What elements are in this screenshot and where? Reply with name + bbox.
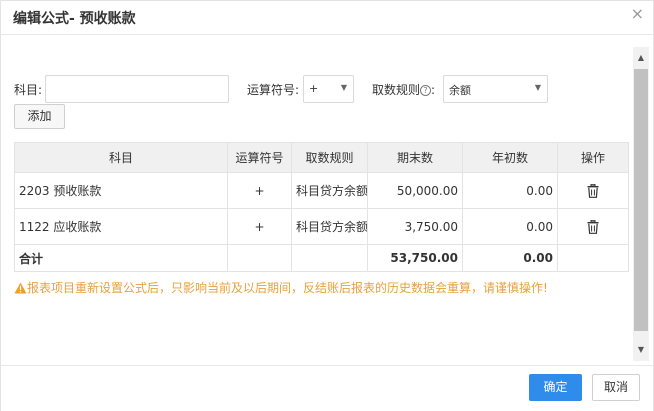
scroll-up-icon[interactable]: ▲ bbox=[633, 47, 649, 69]
subject-input[interactable] bbox=[45, 75, 229, 103]
chevron-down-icon: ▼ bbox=[340, 83, 347, 92]
subject-label: 科目: bbox=[14, 83, 43, 97]
cell-subject: 2203 预收账款 bbox=[14, 172, 228, 209]
cell-action bbox=[557, 208, 629, 245]
total-row: 合计 53,750.00 0.00 bbox=[14, 244, 629, 272]
warning-message: 报表项目重新设置公式后，只影响当前及以后期间，反结账后报表的历史数据会重算，请谨… bbox=[14, 279, 548, 296]
help-icon[interactable]: ? bbox=[420, 85, 432, 96]
vertical-scrollbar[interactable]: ▲ ▼ bbox=[633, 47, 649, 361]
cell-begin: 0.00 bbox=[462, 208, 558, 245]
dialog-body: 科目: 运算符号: + ▼ 取数规则?: 余额 ▼ 添加 科目 运算符号 取数规… bbox=[1, 47, 629, 361]
scroll-thumb[interactable] bbox=[634, 69, 648, 331]
add-button[interactable]: 添加 bbox=[14, 104, 65, 129]
cell-end: 3,750.00 bbox=[367, 208, 463, 245]
rule-label-text: 取数规则 bbox=[372, 83, 421, 97]
total-empty-cell bbox=[227, 244, 292, 272]
cell-operator: + bbox=[227, 172, 292, 209]
cancel-button[interactable]: 取消 bbox=[592, 374, 640, 401]
column-header-action: 操作 bbox=[557, 142, 629, 173]
rule-label: 取数规则?: bbox=[372, 81, 435, 98]
warning-text: 报表项目重新设置公式后，只影响当前及以后期间，反结账后报表的历史数据会重算，请谨… bbox=[27, 281, 548, 295]
total-empty-cell bbox=[557, 244, 629, 272]
table-header-row: 科目 运算符号 取数规则 期末数 年初数 操作 bbox=[14, 142, 629, 173]
column-header-rule: 取数规则 bbox=[291, 142, 368, 173]
cell-operator: + bbox=[227, 208, 292, 245]
cell-end: 50,000.00 bbox=[367, 172, 463, 209]
dialog-title: 编辑公式- 预收账款 bbox=[13, 11, 136, 27]
warning-icon bbox=[14, 282, 27, 294]
chevron-down-icon: ▼ bbox=[534, 83, 541, 92]
column-header-end: 期末数 bbox=[367, 142, 463, 173]
dialog-footer: 确定 取消 bbox=[1, 365, 653, 411]
operator-select[interactable]: + ▼ bbox=[303, 75, 354, 103]
cell-rule: 科目贷方余额 bbox=[291, 208, 368, 245]
scroll-down-icon[interactable]: ▼ bbox=[633, 339, 649, 361]
operator-label: 运算符号: bbox=[247, 83, 300, 97]
total-end: 53,750.00 bbox=[367, 244, 463, 272]
cell-action bbox=[557, 172, 629, 209]
cell-begin: 0.00 bbox=[462, 172, 558, 209]
column-header-operator: 运算符号 bbox=[227, 142, 292, 173]
dialog-header: 编辑公式- 预收账款 × bbox=[1, 1, 653, 35]
ok-button[interactable]: 确定 bbox=[529, 374, 582, 401]
table-row: 2203 预收账款 + 科目贷方余额 50,000.00 0.00 bbox=[14, 172, 629, 209]
close-icon[interactable]: × bbox=[631, 6, 644, 22]
cell-rule: 科目贷方余额 bbox=[291, 172, 368, 209]
total-begin: 0.00 bbox=[462, 244, 558, 272]
trash-icon[interactable] bbox=[587, 183, 599, 198]
table-row: 1122 应收账款 + 科目贷方余额 3,750.00 0.00 bbox=[14, 208, 629, 245]
column-header-subject: 科目 bbox=[14, 142, 228, 173]
rule-select[interactable]: 余额 ▼ bbox=[443, 75, 548, 103]
trash-icon[interactable] bbox=[587, 219, 599, 234]
cell-subject: 1122 应收账款 bbox=[14, 208, 228, 245]
column-header-begin: 年初数 bbox=[462, 142, 558, 173]
total-empty-cell bbox=[291, 244, 368, 272]
formula-dialog: 编辑公式- 预收账款 × 科目: 运算符号: + ▼ 取数规则?: 余额 ▼ 添… bbox=[0, 0, 654, 411]
operator-select-value: + bbox=[309, 82, 319, 95]
formula-form: 科目: 运算符号: + ▼ 取数规则?: 余额 ▼ bbox=[1, 75, 629, 105]
total-label: 合计 bbox=[14, 244, 228, 272]
rule-label-colon: : bbox=[431, 83, 436, 97]
rule-select-value: 余额 bbox=[449, 84, 471, 97]
formula-table: 科目 运算符号 取数规则 期末数 年初数 操作 2203 预收账款 + 科目贷方… bbox=[14, 142, 629, 272]
